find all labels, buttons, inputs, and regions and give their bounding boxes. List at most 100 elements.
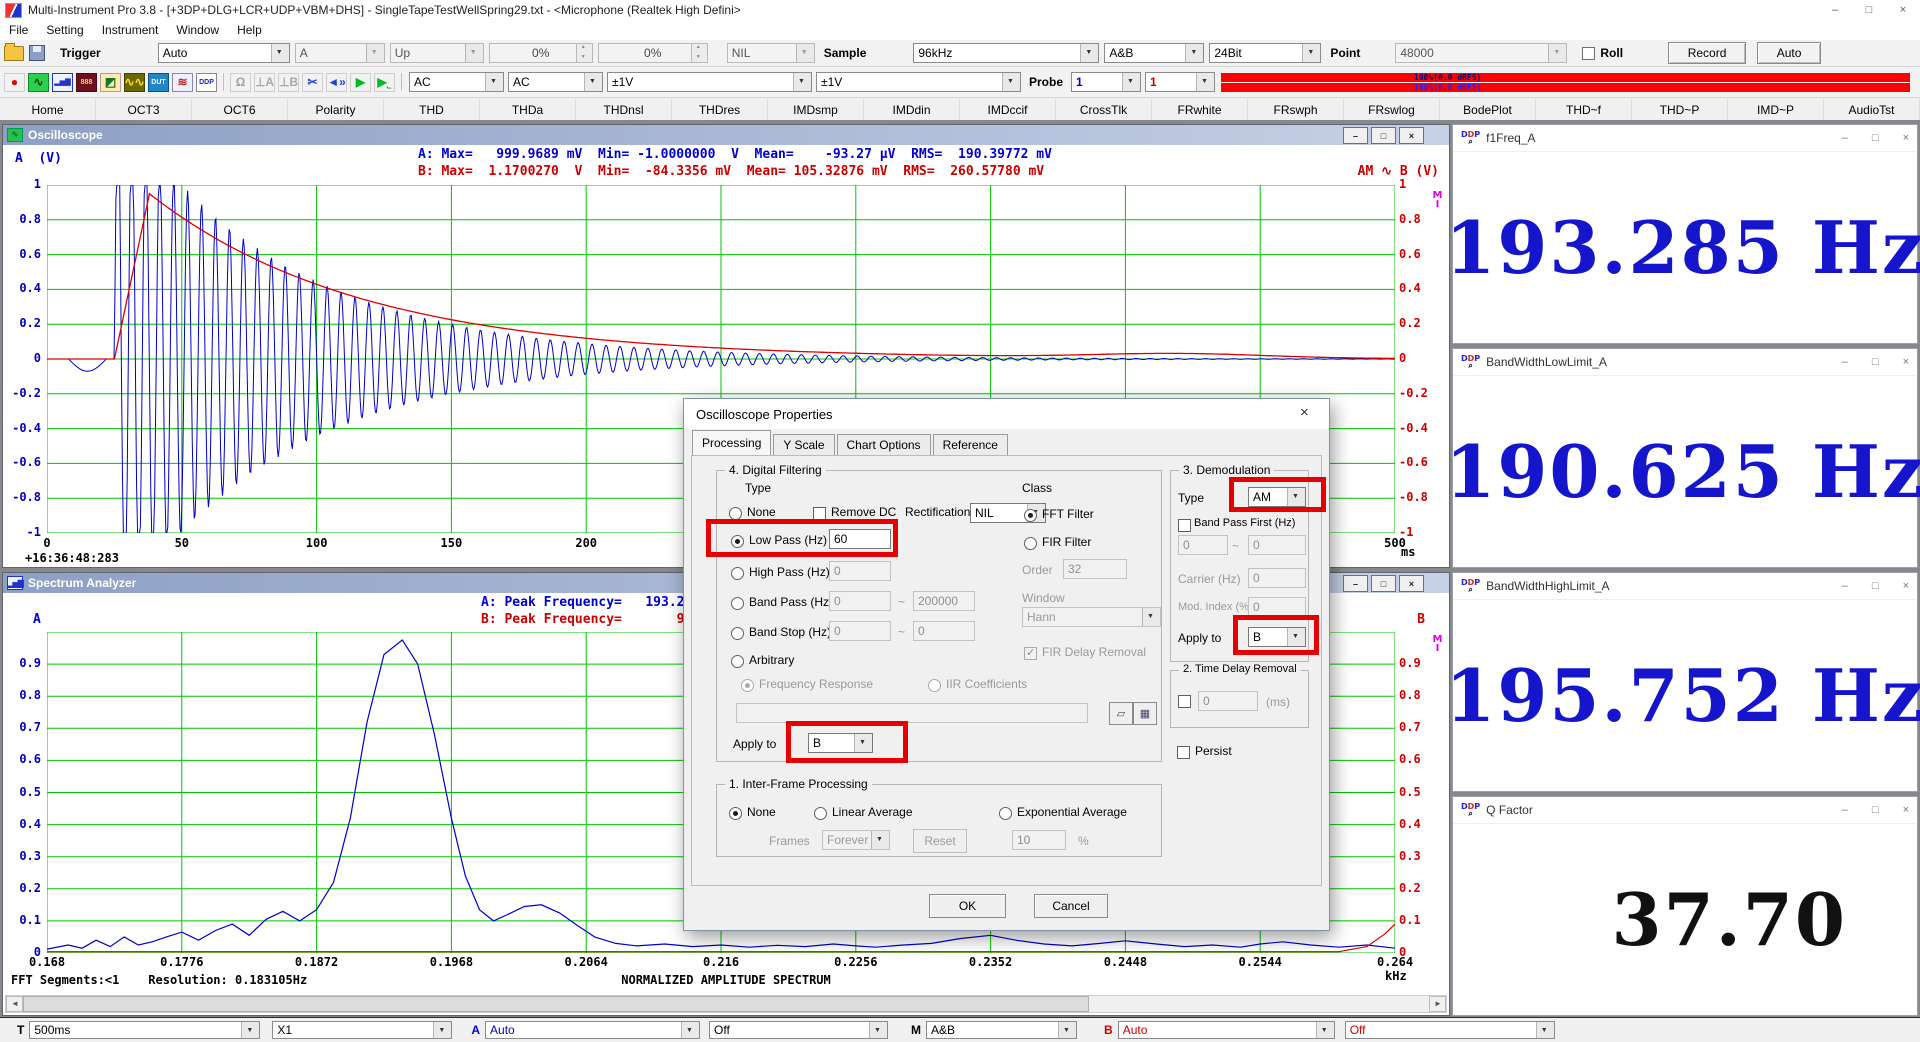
meter-caption[interactable]: DDP⌕ BandWidthLowLimit_A –□× — [1453, 349, 1917, 376]
roll-checkbox[interactable] — [1582, 47, 1595, 60]
panel-close-icon[interactable] — [1399, 575, 1424, 592]
panel-restore-icon[interactable] — [1371, 127, 1396, 144]
demod-type-select[interactable]: AM — [1248, 487, 1306, 507]
window-minimize-button[interactable]: – — [1818, 0, 1852, 20]
tab-thda[interactable]: THDa — [480, 98, 576, 122]
band-stop-to-input[interactable]: 0 — [913, 621, 975, 641]
sweep-time-select[interactable]: 500ms — [29, 1021, 260, 1039]
open-file-icon[interactable] — [4, 46, 24, 61]
auto-run-icon[interactable]: ▶˾ — [374, 73, 395, 92]
close-icon[interactable]: × — [1903, 580, 1909, 592]
arbitrary-radio[interactable] — [731, 655, 744, 668]
low-pass-radio[interactable] — [731, 535, 744, 548]
tab-imdccif[interactable]: IMDccif — [960, 98, 1056, 122]
tab-bodeplot[interactable]: BodePlot — [1440, 98, 1536, 122]
fir-filter-radio[interactable] — [1024, 537, 1037, 550]
tab-y-scale[interactable]: Y Scale — [773, 434, 834, 455]
window-select[interactable]: Hann — [1022, 607, 1161, 627]
a-filter-select[interactable]: Off — [709, 1021, 888, 1039]
probe-a-select[interactable]: 1 — [1071, 72, 1141, 92]
spectrum-h-scrollbar[interactable] — [5, 995, 1447, 1013]
panel-minimize-icon[interactable] — [1343, 127, 1368, 144]
tab-thd-f[interactable]: THD~f — [1536, 98, 1632, 122]
band-pass-from-input[interactable]: 0 — [829, 591, 891, 611]
probe-b-select[interactable]: 1 — [1145, 72, 1215, 92]
high-pass-input[interactable]: 0 — [829, 561, 891, 581]
trigger-source-select[interactable]: A — [295, 43, 385, 63]
band-pass-first-checkbox[interactable] — [1178, 519, 1191, 532]
minimize-icon[interactable]: – — [1842, 580, 1848, 592]
minimize-icon[interactable]: – — [1842, 804, 1848, 816]
window-maximize-button[interactable]: □ — [1852, 0, 1886, 20]
multiplier-select[interactable]: X1 — [272, 1021, 452, 1039]
high-pass-radio[interactable] — [731, 567, 744, 580]
tab-frswlog[interactable]: FRswlog — [1344, 98, 1440, 122]
close-icon[interactable]: × — [1903, 356, 1909, 368]
tab-frwhite[interactable]: FRwhite — [1152, 98, 1248, 122]
order-input[interactable]: 32 — [1063, 559, 1127, 579]
tab-oct3[interactable]: OCT3 — [96, 98, 192, 122]
demod-bp-from-input[interactable]: 0 — [1178, 535, 1228, 555]
tab-oct6[interactable]: OCT6 — [192, 98, 288, 122]
sampling-channels-select[interactable]: A&B — [1104, 43, 1204, 63]
range-b-select[interactable]: ±1V — [816, 72, 1021, 92]
tab-thd[interactable]: THD — [384, 98, 480, 122]
device-test-plan-icon[interactable]: DUT — [148, 73, 169, 92]
b-filter-select[interactable]: Off — [1345, 1021, 1555, 1039]
reset-button[interactable]: Reset — [913, 829, 967, 853]
carrier-input[interactable]: 0 — [1248, 568, 1306, 588]
b-range-select[interactable]: Auto — [1118, 1021, 1335, 1039]
cancel-button[interactable]: Cancel — [1034, 894, 1108, 918]
coupling-a-select[interactable]: AC — [409, 72, 504, 92]
band-stop-radio[interactable] — [731, 627, 744, 640]
edit-table-icon[interactable]: ▦ — [1133, 702, 1157, 725]
time-delay-checkbox[interactable] — [1178, 695, 1191, 708]
sound-speaker-icon[interactable]: ◄» — [326, 73, 347, 92]
trigger-frames-select[interactable]: NIL — [727, 43, 815, 63]
multimeter-icon[interactable]: 888 — [76, 73, 97, 92]
range-a-select[interactable]: ±1V — [607, 72, 812, 92]
tab-thdres[interactable]: THDres — [672, 98, 768, 122]
spectrum-3d-plot-icon[interactable]: ◩ — [100, 73, 121, 92]
close-icon[interactable]: × — [1903, 132, 1909, 144]
maximize-icon[interactable]: □ — [1872, 132, 1879, 144]
frames-select[interactable]: Forever — [822, 830, 890, 850]
menu-file[interactable]: File — [0, 23, 37, 37]
maximize-icon[interactable]: □ — [1872, 804, 1879, 816]
sampling-rate-select[interactable]: 96kHz — [913, 43, 1099, 63]
oscilloscope-caption[interactable]: ∿ Oscilloscope — [3, 125, 1449, 145]
remove-dc-checkbox[interactable] — [813, 507, 826, 520]
tab-frswph[interactable]: FRswph — [1248, 98, 1344, 122]
panel-close-icon[interactable] — [1399, 127, 1424, 144]
exponential-percent-input[interactable]: 10 — [1012, 830, 1066, 850]
demod-bp-to-input[interactable]: 0 — [1248, 535, 1306, 555]
record-led-icon[interactable]: ● — [4, 73, 25, 92]
tab-audiotst[interactable]: AudioTst — [1824, 98, 1920, 122]
coupling-b-select[interactable]: AC — [508, 72, 603, 92]
probe-calibration-icon[interactable]: ✂ — [302, 73, 323, 92]
persist-checkbox[interactable] — [1177, 746, 1190, 759]
tab-processing[interactable]: Processing — [692, 430, 771, 455]
oscilloscope-icon[interactable]: ∿ — [28, 73, 49, 92]
scrollbar-thumb[interactable] — [23, 996, 1089, 1012]
dialog-titlebar[interactable]: Oscilloscope Properties — [684, 399, 1329, 429]
auto-scale-button[interactable]: Auto — [1757, 42, 1821, 64]
run-icon[interactable]: ▶ — [350, 73, 371, 92]
tab-imdsmp[interactable]: IMDsmp — [768, 98, 864, 122]
interframe-none-radio[interactable] — [729, 807, 742, 820]
tab-imd-p[interactable]: IMD~P — [1728, 98, 1824, 122]
minimize-icon[interactable]: – — [1842, 356, 1848, 368]
menu-setting[interactable]: Setting — [37, 23, 92, 37]
derived-data-point-icon[interactable]: ≋ — [172, 73, 193, 92]
menu-window[interactable]: Window — [167, 23, 228, 37]
filter-apply-to-select[interactable]: B — [808, 733, 873, 753]
minimize-icon[interactable]: – — [1842, 132, 1848, 144]
scroll-right-icon[interactable] — [1429, 996, 1446, 1012]
close-icon[interactable]: × — [1903, 804, 1909, 816]
time-delay-input[interactable]: 0 — [1198, 691, 1258, 711]
panel-minimize-icon[interactable] — [1343, 575, 1368, 592]
dialog-close-button[interactable] — [1283, 399, 1329, 429]
meter-caption[interactable]: DDP⌕ BandWidthHighLimit_A –□× — [1453, 573, 1917, 600]
browse-file-icon[interactable]: ▱ — [1109, 702, 1133, 725]
menu-help[interactable]: Help — [228, 23, 271, 37]
